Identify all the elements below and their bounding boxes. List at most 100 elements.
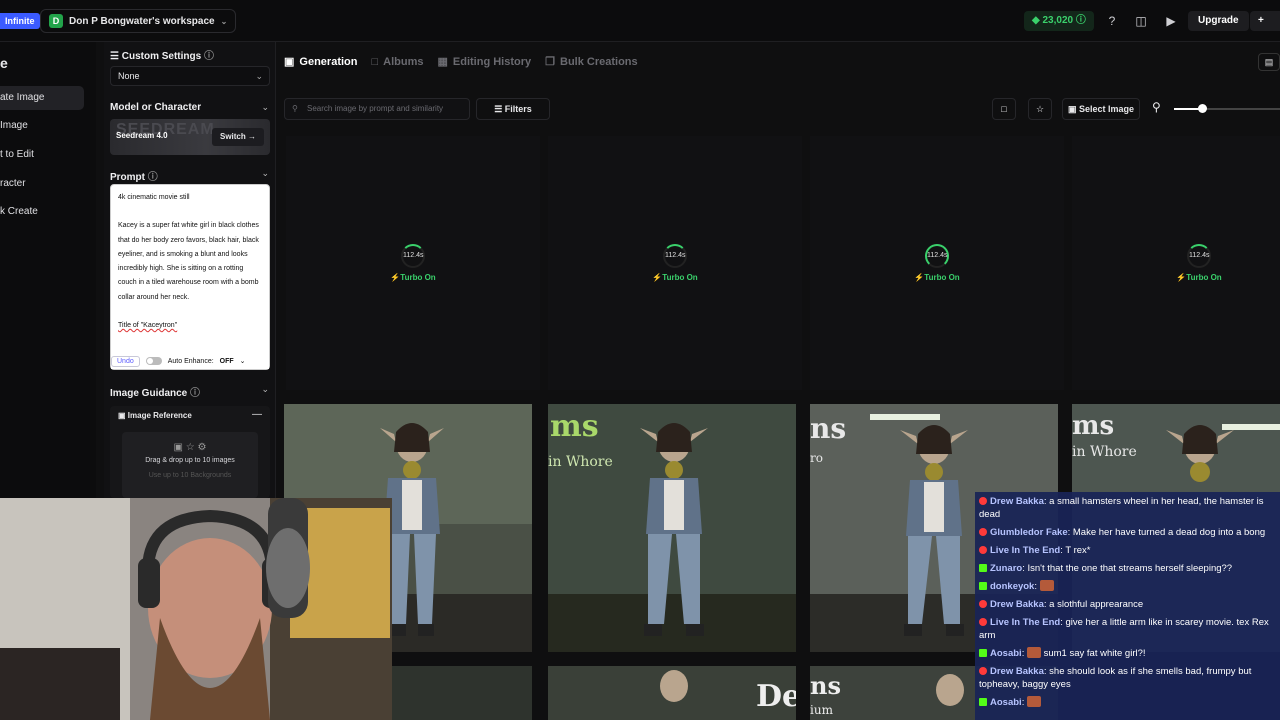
drop-subtext: Use up to 10 Backgrounds [148, 472, 232, 479]
auto-enhance-label: Auto Enhance: [167, 357, 214, 365]
chat-username: Drew Bakka [990, 666, 1044, 677]
discord-icon[interactable]: ◫ [1132, 12, 1150, 30]
select-all-checkbox[interactable]: □ [992, 98, 1016, 120]
youtube-icon [979, 618, 987, 626]
image-reference-panel: ▣ Image Reference — ▣ ☆ ⚙ Drag & drop up… [110, 406, 270, 498]
auto-enhance-value: OFF [219, 357, 234, 365]
prompt-label: Prompt [110, 172, 145, 183]
image-guidance-label: Image Guidance [110, 388, 188, 399]
custom-settings-value: None [118, 71, 140, 81]
chat-message: Drew Bakka: she should look as if she sm… [979, 666, 1252, 690]
chevron-down-icon[interactable]: ⌄ [261, 384, 269, 395]
info-icon: ⓘ [203, 51, 214, 62]
chat-message: Aosabi: [979, 696, 1276, 709]
chat-username: donkeyok [990, 581, 1035, 592]
star-icon[interactable]: ☆ [1028, 98, 1052, 120]
tab-generation[interactable]: ▣ Generation [278, 42, 365, 82]
nav-item-edit[interactable]: t to Edit [0, 143, 84, 167]
kick-icon [979, 564, 987, 572]
tab-label: Bulk Creations [560, 56, 638, 68]
image-drop-zone[interactable]: ▣ ☆ ⚙ Drag & drop up to 10 images Use up… [122, 432, 258, 498]
plan-badge: Infinite [0, 13, 40, 29]
youtube-icon [979, 546, 987, 554]
youtube-icon [979, 667, 987, 675]
generation-card[interactable]: 112.4s ⚡Turbo On [548, 136, 802, 390]
generation-card[interactable]: 112.4s ⚡Turbo On [286, 136, 540, 390]
video-icon[interactable]: ▶ [1162, 12, 1180, 30]
generation-card[interactable]: 112.4s ⚡Turbo On [810, 136, 1064, 390]
kick-icon [979, 698, 987, 706]
chat-message: Aosabi: sum1 say fat white girl?! [979, 647, 1276, 660]
image-text: ms [550, 409, 599, 444]
custom-settings-select[interactable]: None ⌄ [110, 66, 270, 86]
search-input[interactable]: ⚲ Search image by prompt and similarity [284, 98, 470, 120]
tab-bar: ▣ Generation □ Albums ▦ Editing History ❐ Bu… [278, 42, 646, 82]
tab-bulk-creations[interactable]: ❐ Bulk Creations [539, 42, 646, 82]
chat-text: Make her have turned a dead dog into a b… [1072, 527, 1266, 538]
zoom-slider-knob[interactable] [1197, 104, 1207, 113]
nav-item-character[interactable]: racter [0, 172, 84, 196]
turbo-status: ⚡Turbo On [652, 273, 698, 282]
workspace-switcher[interactable]: D Don P Bongwater's workspace ⌄ [40, 9, 237, 33]
model-name: Seedream 4.0 [116, 131, 168, 140]
credits-badge[interactable]: ◆ 23,020 ⓘ [1024, 11, 1094, 31]
chat-toggle-icon[interactable]: ▤ [1258, 53, 1280, 71]
turbo-status: ⚡Turbo On [1176, 273, 1222, 282]
progress-spinner: 112.4s [663, 244, 687, 268]
zoom-icon: ⚲ [1152, 100, 1161, 114]
stack-icon: ❐ [545, 56, 555, 68]
chat-message: Drew Bakka: a slothful apprearance [979, 598, 1276, 611]
youtube-icon [979, 528, 987, 536]
auto-enhance-toggle[interactable] [145, 357, 162, 365]
youtube-icon [979, 497, 987, 505]
chevron-down-icon[interactable]: ⌄ [240, 357, 246, 365]
chat-username: Drew Bakka [990, 496, 1044, 507]
image-text: in Whore [548, 454, 613, 470]
generation-card[interactable]: 112.4s ⚡Turbo On [1072, 136, 1280, 390]
nav-item-bulk-create[interactable]: k Create [0, 200, 84, 224]
create-button[interactable]: + C [1250, 11, 1280, 31]
filters-label: Filters [504, 104, 532, 114]
upgrade-button[interactable]: Upgrade [1188, 11, 1249, 31]
collapse-icon[interactable]: — [252, 409, 262, 420]
chevron-down-icon[interactable]: ⌄ [261, 102, 269, 113]
chat-username: Live In The End [990, 617, 1061, 628]
chat-username: Aosabi [990, 697, 1022, 708]
info-icon: ⓘ [147, 172, 158, 183]
tab-label: Albums [383, 56, 424, 68]
chat-text: sum1 say fat white girl?! [1043, 648, 1146, 659]
top-bar: Infinite D Don P Bongwater's workspace ⌄… [0, 0, 1280, 42]
workspace-name: Don P Bongwater's workspace [69, 15, 215, 27]
chevron-down-icon[interactable]: ⌄ [261, 168, 269, 179]
chat-message: Drew Bakka: a small hamsters wheel in he… [979, 496, 1264, 520]
prompt-textarea[interactable]: 4k cinematic movie still Kacey is a supe… [110, 184, 270, 370]
nav-item-create-image[interactable]: ate Image [0, 86, 84, 110]
filter-icon: ☰ [494, 104, 503, 114]
image-text: Dei [756, 679, 796, 714]
help-icon[interactable]: ? [1103, 12, 1121, 30]
info-icon: ⓘ [1075, 15, 1086, 26]
generated-image[interactable]: Dei [548, 666, 796, 720]
tab-editing-history[interactable]: ▦ Editing History [431, 42, 539, 82]
tab-albums[interactable]: □ Albums [365, 42, 431, 82]
model-card[interactable]: SEEDREAM Seedream 4.0 Switch → [110, 119, 270, 155]
kick-icon [979, 649, 987, 657]
chat-message: Zunaro: Isn't that the one that streams … [979, 562, 1276, 575]
folder-icon: □ [371, 56, 379, 68]
chevron-down-icon: ⌄ [220, 16, 228, 26]
select-image-button[interactable]: ▣ Select Image [1062, 98, 1140, 120]
switch-model-button[interactable]: Switch → [211, 128, 264, 146]
generated-image[interactable]: ms in Whore [548, 404, 796, 652]
chat-overlay: Drew Bakka: a small hamsters wheel in he… [975, 492, 1280, 720]
sliders-icon: ☰ [110, 51, 119, 62]
emote-icon [1039, 580, 1054, 591]
image-guidance-header: Image Guidance ⓘ [110, 384, 200, 399]
model-section-label: Model or Character [110, 102, 202, 113]
progress-spinner: 112.4s [925, 244, 949, 268]
filters-button[interactable]: ☰ Filters [476, 98, 550, 120]
prompt-line: 4k cinematic movie still [118, 194, 190, 201]
nav-item-image[interactable]: Image [0, 114, 84, 138]
undo-button[interactable]: Undo [111, 355, 140, 367]
image-text: ium [810, 703, 834, 717]
image-reference-header: ▣ Image Reference [118, 411, 192, 420]
